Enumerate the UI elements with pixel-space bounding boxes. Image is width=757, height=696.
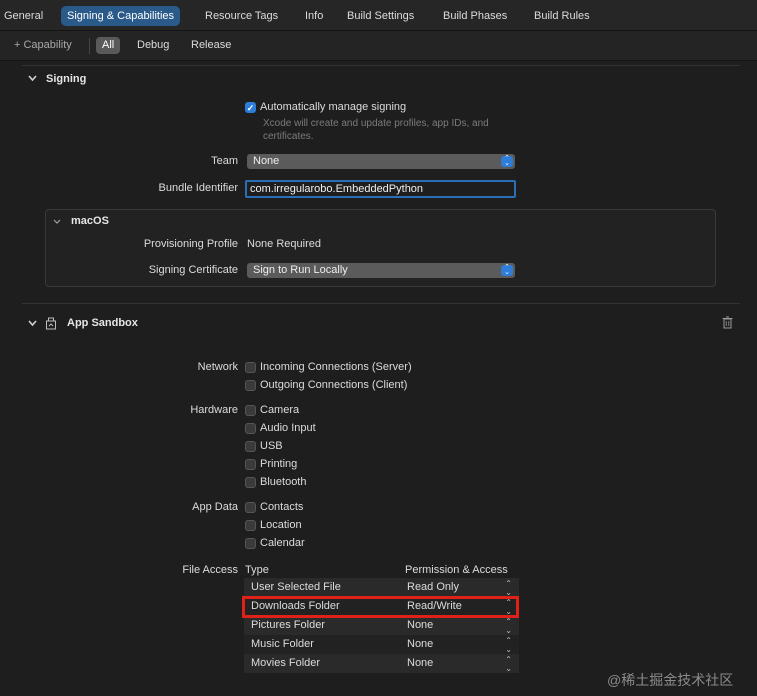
add-capability-button[interactable]: + Capability [8,37,78,54]
location-label: Location [260,519,302,531]
filter-all[interactable]: All [96,37,121,54]
popup-stepper-icon: ⌃ ⌄ [501,155,513,167]
file-access-permission-popup[interactable]: None [407,635,433,654]
auto-manage-signing-label: Automatically manage signing [260,101,407,113]
outgoing-connections-label: Outgoing Connections (Client) [260,379,408,391]
trash-icon[interactable] [722,316,733,329]
filter-release[interactable]: Release [185,37,237,54]
signing-certificate-popup[interactable]: Sign to Run Locally ⌃ ⌄ [247,263,515,278]
file-access-type: Movies Folder [251,657,321,669]
team-popup[interactable]: None ⌃ ⌄ [247,154,515,169]
editor-tab-bar: General Signing & Capabilities Resource … [0,0,757,31]
file-access-permission-popup[interactable]: None [407,616,433,635]
table-row[interactable]: Music Folder None ⌃ ⌄ [244,635,519,654]
tab-signing-capabilities[interactable]: Signing & Capabilities [61,6,181,26]
section-divider [22,65,740,66]
chevron-down-icon[interactable] [28,74,37,82]
audio-input-checkbox[interactable] [245,423,256,434]
usb-checkbox[interactable] [245,441,256,452]
file-access-label: File Access [182,564,238,576]
capability-filter-bar: + Capability All Debug Release [0,31,757,61]
app-data-label: App Data [192,501,238,513]
signing-certificate-value: Sign to Run Locally [253,264,348,276]
highlight-box [242,596,519,618]
bundle-identifier-label: Bundle Identifier [158,182,239,194]
file-access-permission-popup[interactable]: Read Only [407,578,459,597]
contacts-label: Contacts [260,501,304,513]
file-access-permission-popup[interactable]: None [407,654,433,673]
chevron-down-icon[interactable] [28,319,37,327]
popup-stepper-icon: ⌃ ⌄ [501,264,513,276]
tab-build-rules[interactable]: Build Rules [528,6,596,26]
tab-general[interactable]: General [0,6,49,26]
bluetooth-label: Bluetooth [260,476,307,488]
calendar-checkbox[interactable] [245,538,256,549]
file-access-type: Music Folder [251,638,314,650]
location-checkbox[interactable] [245,520,256,531]
file-access-permission-header: Permission & Access [405,564,508,576]
divider [89,38,90,54]
auto-manage-signing-hint: Xcode will create and update profiles, a… [263,118,489,142]
incoming-connections-checkbox[interactable] [245,362,256,373]
camera-label: Camera [260,404,300,416]
file-access-type: User Selected File [251,581,341,593]
provisioning-profile-label: Provisioning Profile [143,238,238,250]
macos-panel-title: macOS [71,215,109,227]
printing-label: Printing [260,458,298,470]
sandbox-icon [46,317,56,330]
stepper-icon: ⌃ ⌄ [505,655,512,673]
table-row[interactable]: User Selected File Read Only ⌃ ⌄ [244,578,519,597]
tab-info[interactable]: Info [299,6,329,26]
tab-resource-tags[interactable]: Resource Tags [199,6,284,26]
tab-build-phases[interactable]: Build Phases [437,6,513,26]
file-access-type: Pictures Folder [251,619,325,631]
team-label: Team [211,155,238,167]
audio-input-label: Audio Input [260,422,316,434]
chevron-down-icon[interactable] [53,218,61,225]
network-label: Network [197,361,238,373]
team-popup-value: None [253,155,280,167]
watermark: @稀土掘金技术社区 [607,672,734,688]
stepper-icon: ⌃ ⌄ [505,617,512,635]
provisioning-profile-value: None Required [247,238,321,250]
filter-debug[interactable]: Debug [131,37,175,54]
signing-certificate-label: Signing Certificate [148,264,238,276]
incoming-connections-label: Incoming Connections (Server) [260,361,412,373]
tab-build-settings[interactable]: Build Settings [341,6,420,26]
calendar-label: Calendar [260,537,305,549]
stepper-icon: ⌃ ⌄ [505,579,512,597]
app-sandbox-title: App Sandbox [67,317,138,329]
hardware-label: Hardware [190,404,238,416]
table-row[interactable]: Movies Folder None ⌃ ⌄ [244,654,519,673]
contacts-checkbox[interactable] [245,502,256,513]
table-row[interactable]: Pictures Folder None ⌃ ⌄ [244,616,519,635]
usb-label: USB [260,440,283,452]
auto-manage-signing-checkbox[interactable]: ✓ [245,102,256,113]
section-divider [22,303,740,304]
bluetooth-checkbox[interactable] [245,477,256,488]
signing-section-title: Signing [46,73,87,85]
bundle-identifier-field[interactable]: com.irregularobo.EmbeddedPython [245,180,516,198]
printing-checkbox[interactable] [245,459,256,470]
camera-checkbox[interactable] [245,405,256,416]
outgoing-connections-checkbox[interactable] [245,380,256,391]
file-access-type-header: Type [245,564,269,576]
stepper-icon: ⌃ ⌄ [505,636,512,654]
